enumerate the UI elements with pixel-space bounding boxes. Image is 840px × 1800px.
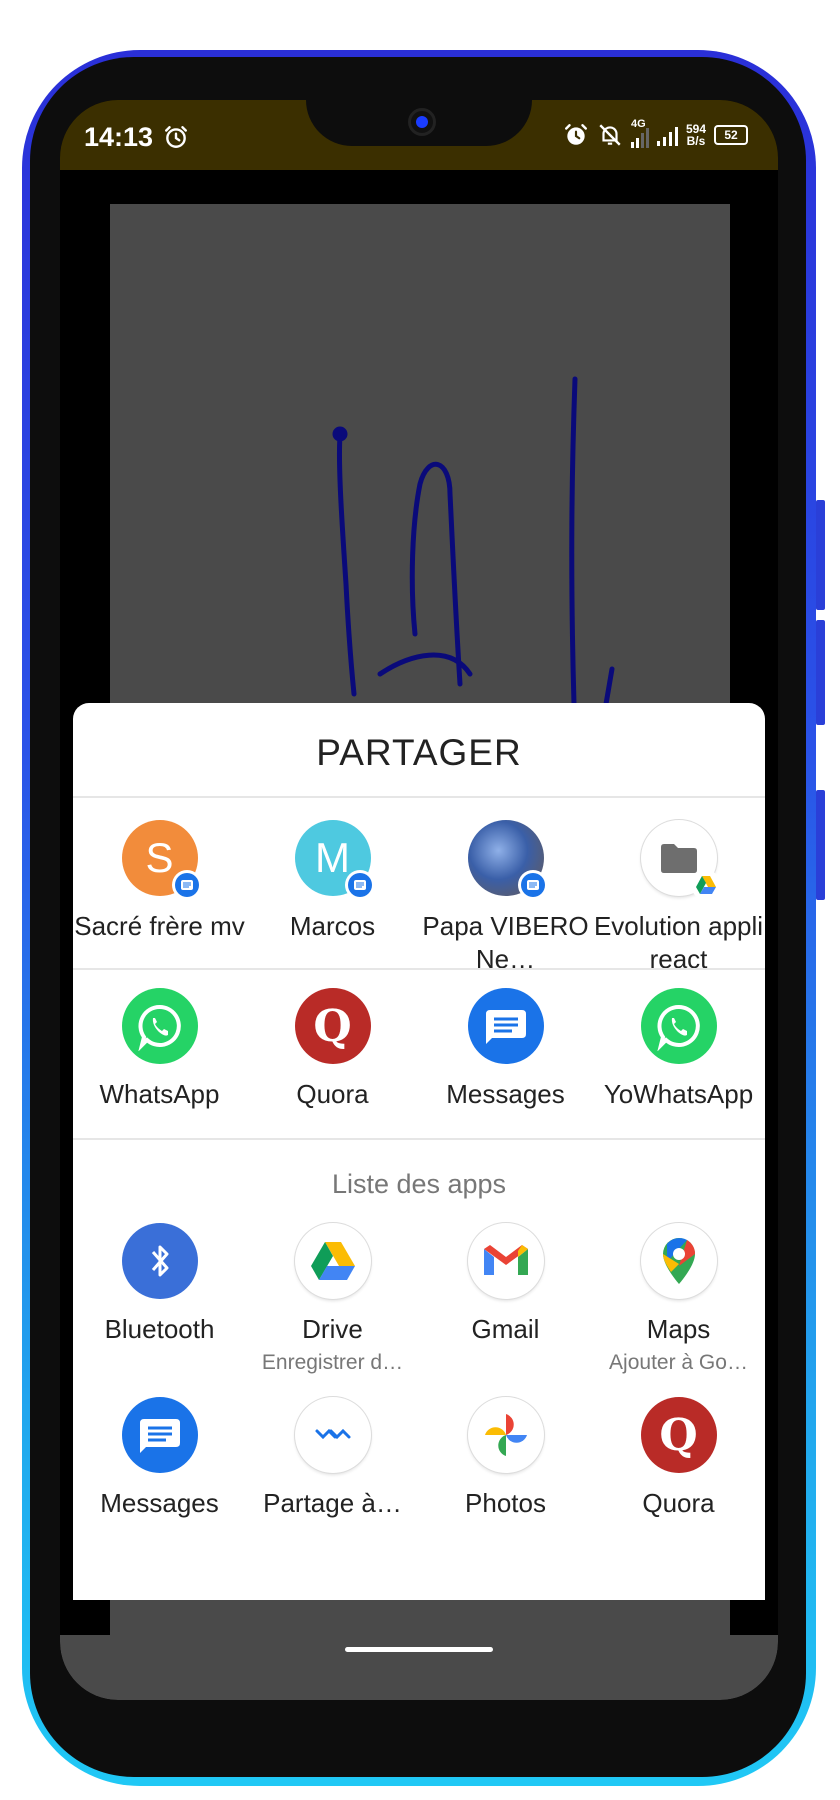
status-icons: 4G 594 B/s 52	[563, 118, 748, 150]
quora-icon: Q	[640, 1397, 717, 1473]
app-quora[interactable]: Q Quora	[246, 988, 419, 1111]
alarm-icon	[565, 124, 587, 145]
folder-icon	[640, 820, 721, 900]
app-quora[interactable]: Q Quora	[592, 1397, 765, 1520]
divider	[73, 1138, 765, 1140]
messages-badge-icon	[171, 870, 202, 900]
net-speed: 594 B/s	[685, 122, 706, 148]
apps-list-label: Liste des apps	[331, 1169, 507, 1199]
app-messages[interactable]: Messages	[73, 1397, 246, 1520]
apps-list-row: Messages Partage à… Photos Q Quora	[73, 1397, 765, 1520]
direct-share-row: S Sacré frère mv M Marcos Papa VIBERO Ne…	[73, 820, 765, 976]
battery-icon: 52	[714, 125, 748, 145]
bluetooth-icon	[121, 1223, 198, 1299]
nearby-share-icon	[294, 1397, 371, 1473]
quora-icon: Q	[294, 988, 371, 1064]
alarm-icon	[164, 126, 187, 148]
divider	[73, 968, 765, 970]
direct-share-evolution-appli[interactable]: Evolution appli react	[592, 820, 765, 976]
app-whatsapp[interactable]: WhatsApp	[73, 988, 246, 1111]
app-yowhatsapp[interactable]: YoWhatsApp	[592, 988, 765, 1111]
app-drive[interactable]: Drive Enregistrer d…	[246, 1223, 419, 1376]
drive-badge-icon	[690, 870, 721, 900]
app-nearby-share[interactable]: Partage à…	[246, 1397, 419, 1520]
share-sheet: PARTAGER S Sacré frère mv M Marcos Papa …	[73, 703, 765, 1600]
messages-icon	[121, 1397, 198, 1473]
apps-list-row: Bluetooth Drive Enregistrer d… Gmail Map…	[73, 1223, 765, 1376]
volume-up-button	[816, 500, 825, 610]
front-camera	[408, 108, 436, 136]
avatar: S	[121, 820, 202, 900]
photos-icon	[467, 1397, 544, 1473]
app-gmail[interactable]: Gmail	[419, 1223, 592, 1376]
maps-icon	[640, 1223, 717, 1299]
messages-icon	[467, 988, 544, 1064]
suggested-apps-row: WhatsApp Q Quora Messages YoWhatsApp	[73, 988, 765, 1111]
navigation-bar	[60, 1635, 778, 1700]
direct-share-papa-vibero[interactable]: Papa VIBERO Ne…	[419, 820, 592, 976]
signature-drawing	[332, 376, 615, 704]
direct-share-marcos[interactable]: M Marcos	[246, 820, 419, 976]
screen: 14:13 4G 594 B/s 52 PARTAGER S Sacré frè…	[60, 100, 778, 1700]
avatar: M	[294, 820, 375, 900]
status-bar: 14:13 4G 594 B/s 52	[60, 100, 778, 170]
messages-badge-icon	[517, 870, 548, 900]
signal-4g-icon: 4G	[630, 118, 649, 148]
avatar-photo	[467, 820, 548, 900]
power-button	[816, 790, 825, 900]
share-sheet-title: PARTAGER	[316, 732, 522, 773]
direct-share-sacre-frere[interactable]: S Sacré frère mv	[73, 820, 246, 976]
messages-badge-icon	[344, 870, 375, 900]
app-maps[interactable]: Maps Ajouter à Go…	[592, 1223, 765, 1376]
yowhatsapp-icon	[640, 988, 717, 1064]
app-photos[interactable]: Photos	[419, 1397, 592, 1520]
volume-down-button	[816, 620, 825, 725]
status-time: 14:13	[84, 122, 189, 153]
gmail-icon	[467, 1223, 544, 1299]
drive-icon	[294, 1223, 371, 1299]
notifications-off-icon	[599, 124, 621, 146]
whatsapp-icon	[121, 988, 198, 1064]
app-bluetooth[interactable]: Bluetooth	[73, 1223, 246, 1376]
signal-icon	[656, 124, 678, 146]
app-messages[interactable]: Messages	[419, 988, 592, 1111]
divider	[73, 796, 765, 798]
home-indicator[interactable]	[345, 1647, 493, 1652]
